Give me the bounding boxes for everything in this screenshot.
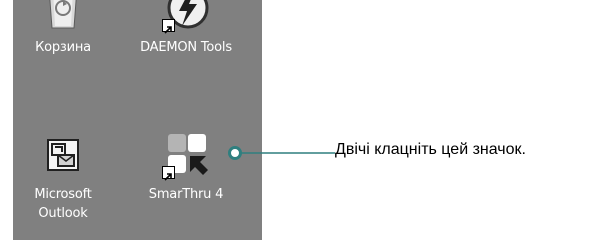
desktop: Корзина DAEMON Tools Microsoft Outlook S… (13, 0, 262, 240)
outlook-icon (39, 131, 87, 179)
smarthru-label: SmarThru 4 (148, 187, 224, 202)
recycle-bin-icon (39, 0, 87, 32)
desktop-icon-daemon-tools[interactable]: DAEMON Tools (126, 0, 246, 94)
smarthru-icon (162, 131, 210, 181)
desktop-icon-outlook[interactable]: Microsoft Outlook (3, 131, 123, 241)
daemon-tools-icon (162, 0, 210, 34)
outlook-label: Microsoft Outlook (34, 187, 92, 221)
recycle-bin-label: Корзина (35, 40, 91, 55)
shortcut-arrow-icon (162, 166, 175, 181)
daemon-tools-label: DAEMON Tools (140, 40, 232, 55)
shortcut-arrow-icon (162, 19, 175, 34)
desktop-icon-recycle-bin[interactable]: Корзина (3, 0, 123, 94)
callout-pointer (228, 146, 335, 160)
callout-text: Двічі клацніть цей значок. (335, 141, 526, 158)
